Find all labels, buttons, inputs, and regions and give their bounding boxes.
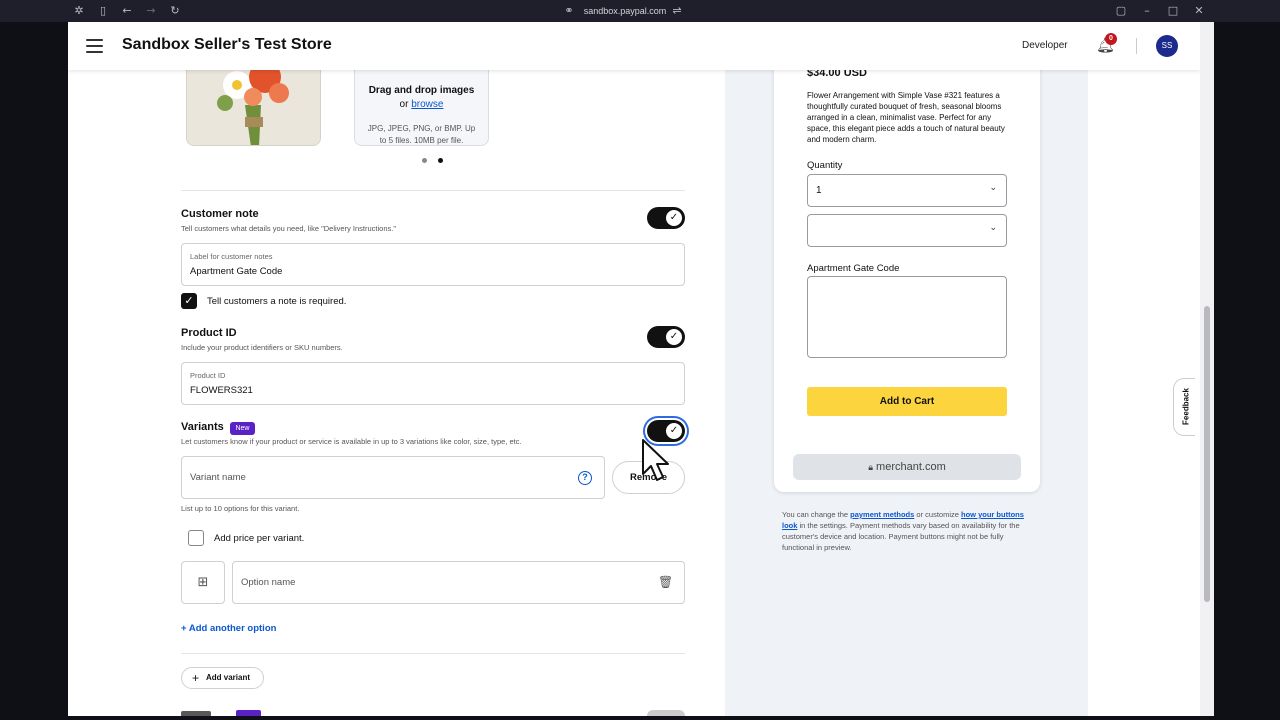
next-section-badge [236,710,261,716]
product-id-field[interactable]: Product ID FLOWERS321 [181,362,685,405]
product-id-title: Product ID [181,327,237,339]
mouse-cursor-icon [642,439,669,481]
help-icon[interactable]: ? [578,471,592,485]
scrollbar-thumb[interactable] [1204,306,1210,602]
site-settings-icon[interactable]: ⇌ [670,4,684,18]
carousel-dot-2[interactable] [438,158,443,163]
browser-chrome: ✲ ▯ ← → ↻ ⚭ sandbox.paypal.com ⇌ ▢ – □ ✕ [0,0,1280,22]
sidebar-toggle-icon[interactable]: ▯ [96,4,110,18]
note-required-label: Tell customers a note is required. [207,296,347,307]
new-badge: New [230,422,255,435]
top-header: Sandbox Seller's Test Store Developer 🔔︎… [68,22,1200,70]
add-another-option-link[interactable]: + Add another option [181,623,276,634]
price-per-variant-checkbox[interactable] [188,530,204,546]
product-id-toggle[interactable]: ✓ [647,326,685,348]
feedback-tab[interactable]: Feedback [1173,378,1195,436]
carousel-dot-1[interactable] [422,158,427,163]
option-name-input[interactable]: Option name 🗑︎ [232,561,685,604]
minimize-icon[interactable]: – [1140,4,1154,18]
window-tile-icon[interactable]: ▢ [1114,4,1128,18]
store-title: Sandbox Seller's Test Store [122,36,332,53]
check-icon: ✓ [666,329,682,345]
preview-note-label: Apartment Gate Code [807,263,900,274]
customer-note-toggle[interactable]: ✓ [647,207,685,229]
lock-icon: 🔒︎ [868,463,874,473]
reload-icon[interactable]: ↻ [168,4,182,18]
upload-hint: JPG, JPEG, PNG, or BMP. Up to 5 files. 1… [367,124,476,145]
developer-link[interactable]: Developer [1022,40,1068,51]
variant-select[interactable]: ⌄ [807,214,1007,247]
options-limit-note: List up to 10 options for this variant. [181,504,300,513]
quantity-select[interactable]: 1 ⌄ [807,174,1007,207]
customer-note-label-value: Apartment Gate Code [190,266,283,277]
option-image-button[interactable]: ⊞ [181,561,225,604]
drag-drop-text: Drag and drop images [368,85,475,96]
browser-logo-icon[interactable]: ✲ [72,4,86,18]
hamburger-icon[interactable] [86,39,103,53]
notification-badge: 0 [1105,33,1117,45]
customer-note-title: Customer note [181,208,259,220]
preview-fine-print: You can change the payment methods or cu… [782,510,1024,552]
forward-icon[interactable]: → [144,4,158,18]
variants-title: Variants [181,421,224,433]
back-icon[interactable]: ← [120,4,134,18]
image-add-icon: ⊞ [197,575,209,590]
quantity-value: 1 [816,185,822,196]
maximize-icon[interactable]: □ [1166,4,1180,18]
variant-name-input[interactable]: Variant name ? [181,456,605,499]
quantity-label: Quantity [807,160,843,171]
header-divider [1136,38,1137,54]
divider [181,653,685,654]
preview-description: Flower Arrangement with Simple Vase #321… [807,91,1005,144]
merchant-domain: merchant.com [876,461,946,473]
customer-note-label-field[interactable]: Label for customer notes Apartment Gate … [181,243,685,286]
price-per-variant-label: Add price per variant. [214,533,305,544]
avatar[interactable]: SS [1156,35,1178,57]
add-to-cart-button[interactable]: Add to Cart [807,387,1007,416]
check-icon: ✓ [666,423,682,439]
payment-methods-link[interactable]: payment methods [850,510,914,519]
chevron-down-icon: ⌄ [989,223,997,233]
page-scrollbar[interactable] [1200,22,1214,716]
chevron-down-icon: ⌄ [989,183,997,193]
next-section-title [181,711,211,716]
trash-icon[interactable]: 🗑︎ [658,575,673,589]
note-required-checkbox[interactable]: ✓ [181,293,197,309]
close-window-icon[interactable]: ✕ [1192,4,1206,18]
plus-icon: + [192,671,200,685]
browse-link[interactable]: browse [411,99,443,110]
variants-description: Let customers know if your product or se… [181,437,522,446]
product-id-description: Include your product identifiers or SKU … [181,343,343,352]
add-variant-button[interactable]: + Add variant [181,667,264,689]
merchant-url-bar: 🔒︎ merchant.com [793,454,1021,480]
customer-note-description: Tell customers what details you need, li… [181,224,396,233]
page-viewport: $34.00 USD Flower Arrangement with Simpl… [68,22,1200,716]
check-icon: ✓ [666,210,682,226]
product-id-value: FLOWERS321 [190,385,253,396]
divider [181,190,685,191]
next-section-toggle[interactable] [647,710,685,716]
preview-note-textarea[interactable] [807,276,1007,358]
